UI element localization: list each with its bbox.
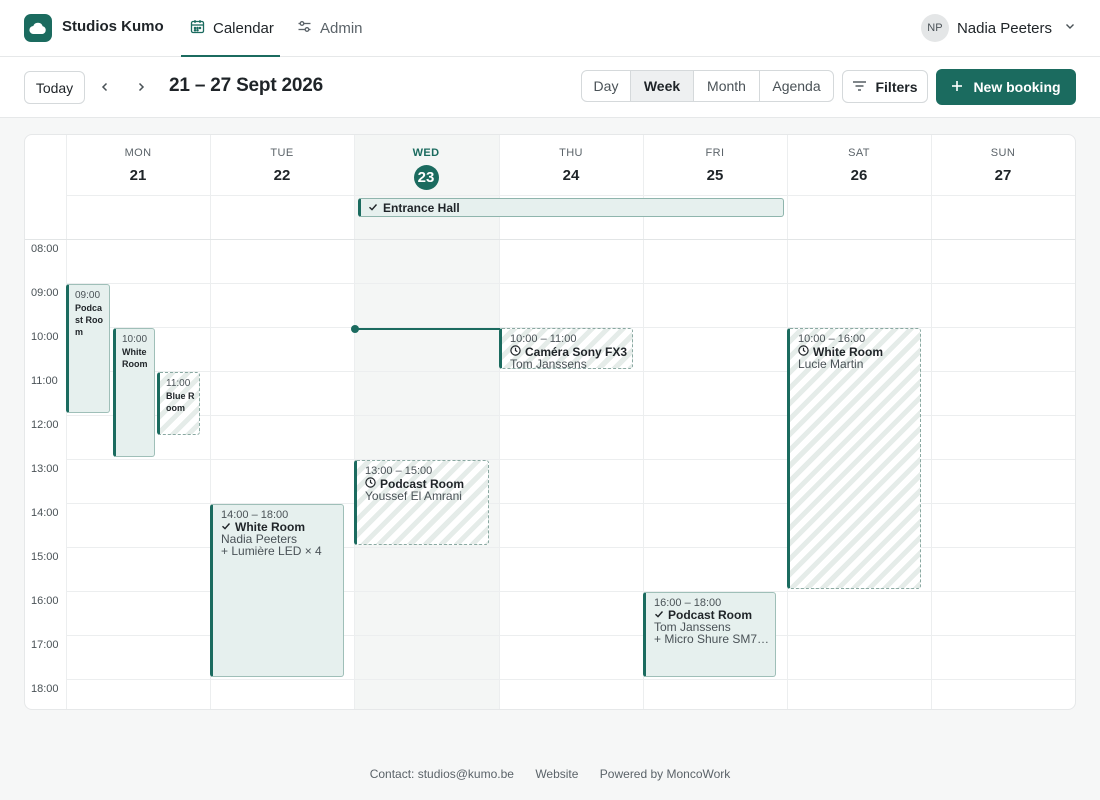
footer-contact-link[interactable]: Contact: studios@kumo.be — [370, 767, 514, 781]
new-booking-button[interactable]: New booking — [936, 69, 1076, 105]
top-nav: Studios Kumo Calendar Admin NP Nadia Pee… — [0, 0, 1100, 57]
event-sat-white-room[interactable]: 10:00 – 16:00 White Room Lucie Martin — [787, 328, 921, 589]
user-menu[interactable]: NP Nadia Peeters — [920, 14, 1076, 42]
day-header-fri[interactable]: FRI 25 — [643, 147, 787, 187]
calendar-toolbar: Today 21 – 27 Sept 2026 Day Week Month A… — [0, 57, 1100, 118]
event-mon-white-room[interactable]: 10:00 White Room — [113, 328, 155, 457]
cloud-icon[interactable] — [24, 14, 52, 42]
hour-label: 15:00 — [31, 551, 59, 563]
day-header-sat[interactable]: SAT 26 — [787, 147, 931, 187]
footer-website-link[interactable]: Website — [535, 767, 578, 781]
view-agenda[interactable]: Agenda — [760, 71, 833, 101]
tab-admin[interactable]: Admin — [297, 0, 363, 56]
filters-label: Filters — [875, 78, 918, 95]
hour-label: 14:00 — [31, 507, 59, 519]
footer: Contact: studios@kumo.be Website Powered… — [0, 767, 1100, 781]
filters-button[interactable]: Filters — [842, 70, 928, 103]
hour-label: 18:00 — [31, 683, 59, 695]
event-thu-camera-sony-fx3[interactable]: 10:00 – 11:00 Caméra Sony FX3 Tom Jansse… — [499, 328, 633, 369]
hour-label: 17:00 — [31, 639, 59, 651]
all-day-event-label: Entrance Hall — [383, 200, 460, 215]
calendar-icon — [190, 19, 205, 38]
check-icon — [368, 201, 378, 215]
view-day[interactable]: Day — [582, 71, 631, 101]
plus-icon — [951, 79, 963, 95]
day-header-wed[interactable]: WED 23 — [354, 147, 498, 190]
week-calendar: MON 21 TUE 22 WED 23 THU 24 FRI 25 SAT 26 SUN 2… — [24, 134, 1076, 710]
tab-calendar[interactable]: Calendar — [181, 0, 280, 57]
hour-label: 13:00 — [31, 463, 59, 475]
current-time-dot — [351, 325, 359, 333]
view-switcher: Day Week Month Agenda — [581, 70, 834, 102]
day-header-thu[interactable]: THU 24 — [499, 147, 643, 187]
event-mon-podcast-room[interactable]: 09:00 Podcast Room — [66, 284, 110, 413]
chevron-right-icon[interactable] — [129, 75, 153, 99]
hour-label: 08:00 — [31, 243, 59, 255]
sliders-icon — [297, 19, 312, 38]
hour-label: 12:00 — [31, 419, 59, 431]
chevron-left-icon[interactable] — [93, 75, 117, 99]
brand-name[interactable]: Studios Kumo — [62, 18, 164, 35]
avatar: NP — [920, 14, 949, 42]
day-header-mon[interactable]: MON 21 — [66, 147, 210, 187]
day-header-sun[interactable]: SUN 27 — [931, 147, 1075, 187]
today-badge: 23 — [413, 165, 439, 190]
event-wed-podcast-room[interactable]: 13:00 – 15:00 Podcast Room Youssef El Am… — [354, 460, 489, 545]
hour-label: 09:00 — [31, 287, 59, 299]
current-time-line — [355, 328, 500, 330]
day-header-tue[interactable]: TUE 22 — [210, 147, 354, 187]
tab-admin-label: Admin — [320, 19, 363, 37]
event-fri-podcast-room[interactable]: 16:00 – 18:00 Podcast Room Tom Janssens … — [643, 592, 776, 677]
hour-label: 16:00 — [31, 595, 59, 607]
today-button[interactable]: Today — [24, 71, 85, 104]
view-month[interactable]: Month — [694, 71, 760, 101]
filter-icon — [852, 79, 867, 95]
new-booking-label: New booking — [973, 79, 1061, 95]
event-tue-white-room[interactable]: 14:00 – 18:00 White Room Nadia Peeters +… — [210, 504, 344, 677]
user-name: Nadia Peeters — [956, 19, 1052, 37]
date-range-title: 21 – 27 Sept 2026 — [169, 75, 323, 96]
event-mon-blue-room[interactable]: 11:00 Blue Room — [157, 372, 200, 435]
hour-label: 11:00 — [31, 375, 58, 387]
tab-calendar-label: Calendar — [213, 19, 274, 37]
view-week[interactable]: Week — [631, 71, 694, 101]
chevron-down-icon — [1064, 19, 1076, 37]
hour-label: 10:00 — [31, 331, 59, 343]
all-day-event-entrance-hall[interactable]: Entrance Hall — [358, 198, 784, 217]
footer-powered-by-link[interactable]: Powered by MoncoWork — [600, 767, 731, 781]
